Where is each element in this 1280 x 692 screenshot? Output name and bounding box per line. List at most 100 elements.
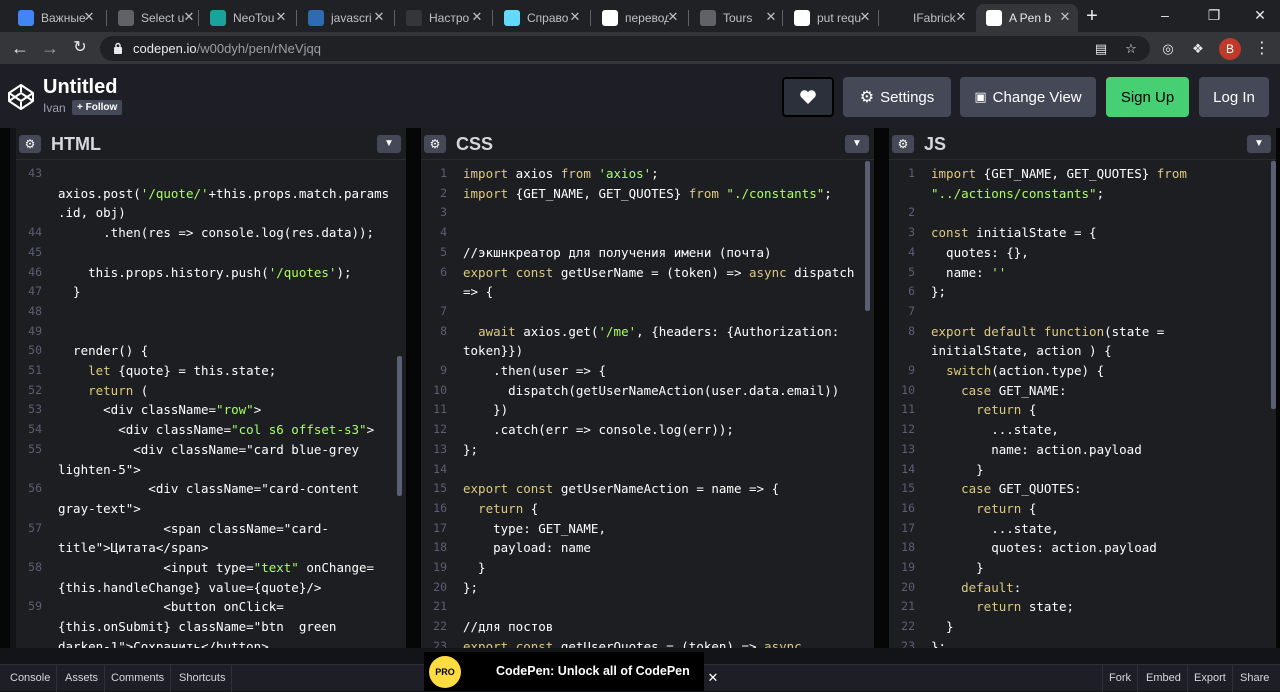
css-code-editor[interactable]: 1 import axios from 'axios'; 2 import {GET_… bbox=[421, 161, 874, 648]
css-panel-title: CSS bbox=[456, 134, 494, 154]
assets-button[interactable]: Assets bbox=[59, 665, 106, 692]
tab-close-icon[interactable]: ✕ bbox=[764, 10, 778, 24]
code-line: 1 import axios from 'axios'; bbox=[421, 164, 874, 184]
resize-handle-2[interactable] bbox=[874, 128, 889, 648]
line-number: 1 bbox=[908, 166, 915, 180]
line-number: 10 bbox=[433, 382, 447, 397]
right-gutter bbox=[1276, 128, 1280, 648]
share-button[interactable]: Share bbox=[1234, 665, 1275, 692]
address-bar[interactable]: codepen.io/w00dyh/pen/rNeVjqq ▤ ☆ bbox=[100, 36, 1150, 61]
line-number: 49 bbox=[28, 323, 42, 338]
close-window-button[interactable]: ✕ bbox=[1237, 0, 1280, 30]
code-line: 19 } bbox=[889, 558, 1276, 578]
browser-tab[interactable]: javascri ✕ bbox=[298, 4, 392, 32]
maximize-button[interactable]: ❐ bbox=[1191, 0, 1237, 30]
code-line: 18 payload: name bbox=[421, 538, 874, 558]
line-number: 4 bbox=[908, 244, 915, 259]
pro-promo-banner[interactable]: PRO CodePen: Unlock all of CodePen bbox=[424, 652, 704, 691]
code-line: 7 bbox=[889, 302, 1276, 322]
tab-label: перевод bbox=[625, 11, 669, 25]
pen-author[interactable]: Ivan bbox=[43, 101, 66, 115]
tab-close-icon[interactable]: ✕ bbox=[954, 10, 968, 24]
line-number: 8 bbox=[908, 323, 915, 338]
tab-separator bbox=[106, 10, 107, 26]
line-number: 12 bbox=[433, 422, 447, 437]
tab-close-icon[interactable]: ✕ bbox=[568, 10, 582, 24]
html-collapse-chevron-icon[interactable]: ▼ bbox=[377, 135, 401, 153]
tab-close-icon[interactable]: ✕ bbox=[182, 10, 196, 24]
js-code-editor[interactable]: 1 import {GET_NAME, GET_QUOTES} from "../a… bbox=[889, 161, 1276, 648]
html-scrollbar[interactable] bbox=[397, 356, 402, 496]
gear-icon: ⚙ bbox=[859, 89, 875, 106]
browser-tab[interactable]: NeoTou ✕ bbox=[200, 4, 294, 32]
tab-close-icon[interactable]: ✕ bbox=[274, 10, 288, 24]
resize-handle-1[interactable] bbox=[406, 128, 421, 648]
log-in-button[interactable]: Log In bbox=[1199, 77, 1269, 117]
tab-close-icon[interactable]: ✕ bbox=[858, 10, 872, 24]
heart-button[interactable] bbox=[782, 77, 834, 117]
html-code-editor[interactable]: 43 axios.post('/quote/'+this.props.match.… bbox=[16, 161, 406, 648]
sign-up-button[interactable]: Sign Up bbox=[1106, 77, 1189, 117]
forward-button[interactable]: → bbox=[38, 36, 62, 60]
css-settings-icon[interactable]: ⚙ bbox=[424, 135, 446, 153]
code-text: return ( bbox=[88, 382, 149, 398]
tab-close-icon[interactable]: ✕ bbox=[470, 10, 484, 24]
browser-tab[interactable]: Tours ✕ bbox=[690, 4, 784, 32]
console-button[interactable]: Console bbox=[4, 665, 58, 692]
browser-tab[interactable]: IFabrick ✕ bbox=[880, 4, 974, 32]
tab-close-icon[interactable]: ✕ bbox=[1058, 10, 1072, 24]
browser-tab[interactable]: A Pen b ✕ bbox=[976, 4, 1078, 32]
browser-tab[interactable]: перевод ✕ bbox=[592, 4, 686, 32]
browser-toolbar: ← → ↻ codepen.io/w00dyh/pen/rNeVjqq ▤ ☆ … bbox=[0, 32, 1280, 64]
browser-tab[interactable]: put requ ✕ bbox=[784, 4, 878, 32]
translate-icon[interactable]: ▤ bbox=[1092, 40, 1110, 58]
follow-button[interactable]: + Follow bbox=[72, 100, 123, 115]
html-settings-icon[interactable]: ⚙ bbox=[19, 135, 41, 153]
js-collapse-chevron-icon[interactable]: ▼ bbox=[1247, 135, 1271, 153]
js-settings-icon[interactable]: ⚙ bbox=[892, 135, 914, 153]
bookmark-star-icon[interactable]: ☆ bbox=[1122, 40, 1140, 58]
browser-tab[interactable]: Select u ✕ bbox=[108, 4, 202, 32]
browser-menu-icon[interactable]: ⋮ bbox=[1254, 38, 1270, 60]
code-text: default: bbox=[961, 579, 1022, 595]
embed-button[interactable]: Embed bbox=[1140, 665, 1188, 692]
pen-title[interactable]: Untitled bbox=[43, 76, 117, 99]
reload-button[interactable]: ↻ bbox=[68, 36, 92, 60]
extension-icon[interactable]: ◎ bbox=[1158, 40, 1178, 58]
code-text: //для постов bbox=[463, 619, 554, 635]
fork-button[interactable]: Fork bbox=[1102, 665, 1138, 692]
browser-tab[interactable]: Настро ✕ bbox=[396, 4, 490, 32]
codepen-logo-icon[interactable] bbox=[7, 83, 35, 111]
export-button[interactable]: Export bbox=[1188, 665, 1233, 692]
code-text: <div className="col s6 offset-s3"> bbox=[58, 422, 375, 438]
code-line: 21 bbox=[421, 597, 874, 617]
line-number: 6 bbox=[440, 264, 447, 279]
css-editor-panel: ⚙ CSS ▼ 1 import axios from 'axios'; 2 impo… bbox=[421, 128, 874, 648]
code-line: 17 ...state, bbox=[889, 519, 1276, 539]
code-text: name: action.payload bbox=[931, 441, 1142, 457]
css-scrollbar[interactable] bbox=[865, 161, 870, 311]
js-scrollbar[interactable] bbox=[1271, 161, 1276, 409]
back-button[interactable]: ← bbox=[8, 36, 32, 60]
tab-close-icon[interactable]: ✕ bbox=[372, 10, 386, 24]
line-number: 45 bbox=[28, 244, 42, 259]
settings-button[interactable]: ⚙ Settings bbox=[843, 77, 951, 117]
change-view-button[interactable]: ▣ Change View bbox=[960, 77, 1096, 117]
code-line: 44 .then(res => console.log(res.data)); bbox=[16, 223, 406, 243]
promo-close-icon[interactable]: ✕ bbox=[705, 670, 721, 686]
profile-avatar[interactable]: B bbox=[1219, 38, 1241, 60]
comments-button[interactable]: Comments bbox=[105, 665, 172, 692]
new-tab-button[interactable]: + bbox=[1082, 6, 1102, 26]
minimize-button[interactable]: – bbox=[1142, 0, 1188, 30]
browser-tab[interactable]: Важные ✕ bbox=[8, 4, 102, 32]
shortcuts-button[interactable]: Shortcuts bbox=[173, 665, 233, 692]
tab-close-icon[interactable]: ✕ bbox=[666, 10, 680, 24]
css-collapse-chevron-icon[interactable]: ▼ bbox=[845, 135, 869, 153]
code-text: name: '' bbox=[931, 264, 1007, 280]
code-line: 50 render() { bbox=[16, 341, 406, 361]
code-text: } bbox=[931, 461, 984, 477]
tab-close-icon[interactable]: ✕ bbox=[82, 10, 96, 24]
browser-tab[interactable]: Справо ✕ bbox=[494, 4, 588, 32]
extensions-puzzle-icon[interactable]: ❖ bbox=[1188, 40, 1208, 58]
line-number: 9 bbox=[440, 363, 447, 377]
